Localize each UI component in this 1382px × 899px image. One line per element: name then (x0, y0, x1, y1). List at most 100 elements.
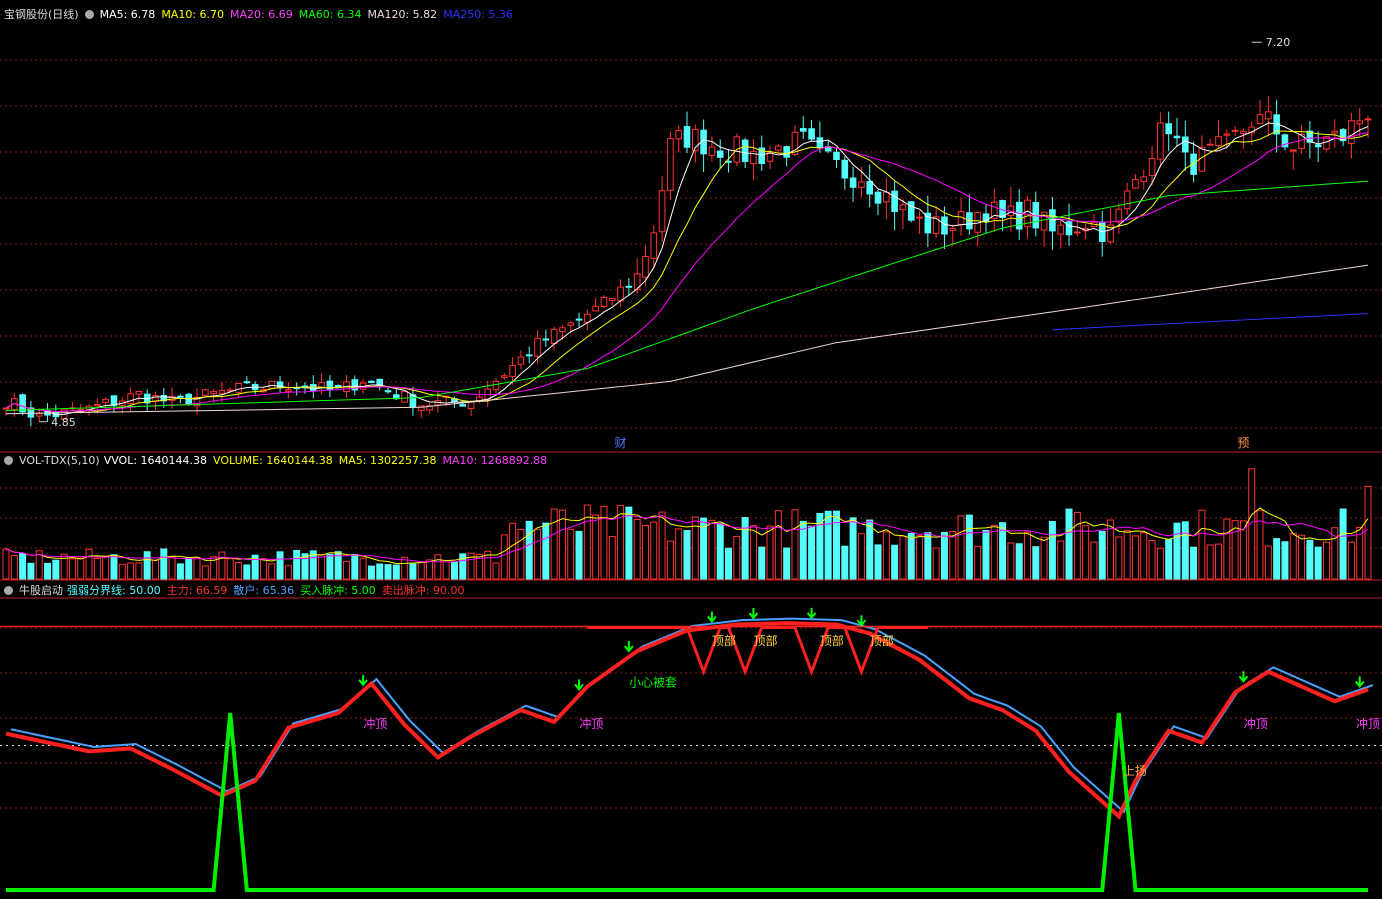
top-label: 顶部 (712, 633, 736, 648)
volume-bar (93, 557, 101, 580)
ma120-line (5, 264, 1369, 415)
candle-body (218, 390, 226, 394)
volume-bar (1264, 545, 1272, 580)
ma10-line (5, 130, 1369, 413)
candle-body (177, 395, 184, 398)
volume-bar (276, 551, 284, 580)
candle-body (492, 380, 500, 390)
volume-bar (367, 565, 375, 580)
candle-body (459, 404, 467, 407)
volume-bar (749, 525, 757, 580)
down-arrow-icon (574, 679, 584, 691)
candle-body (1348, 120, 1355, 144)
volume-bar (641, 524, 649, 580)
down-arrow-icon (707, 611, 717, 624)
volume-bar (110, 554, 118, 580)
volume-bar (27, 562, 35, 580)
candle-body (708, 146, 716, 156)
candle-body (368, 380, 375, 384)
rush-label: 冲顶 (1244, 716, 1268, 731)
candles-group (2, 95, 1372, 427)
candle-body (1240, 130, 1247, 134)
candle-body (384, 390, 392, 393)
volume-bar (376, 563, 384, 580)
rush-label: 冲顶 (579, 716, 603, 731)
candle-body (1231, 129, 1239, 132)
candle-body (775, 145, 782, 151)
volume-bar (2, 548, 10, 580)
candle-body (833, 151, 840, 161)
volume-bar (1123, 530, 1131, 580)
candle-body (650, 232, 658, 259)
volume-bar (193, 556, 201, 580)
volume-bar (351, 554, 359, 580)
volume-bar (218, 551, 226, 580)
volume-bar (1173, 522, 1181, 580)
candle-body (849, 177, 857, 188)
volume-bar (783, 547, 791, 580)
volume-bar (974, 545, 982, 580)
candle-body (916, 216, 923, 219)
volume-bar (1140, 532, 1148, 580)
volume-bar (1206, 544, 1214, 580)
candle-body (1256, 114, 1264, 125)
candle-body (716, 150, 724, 158)
candle-body (2, 407, 10, 410)
candle-body (575, 318, 583, 321)
candle-body (1165, 123, 1172, 135)
candle-body (617, 286, 624, 302)
candle-body (559, 327, 566, 332)
volume-bar (143, 551, 151, 580)
candle-body (235, 382, 242, 393)
volume-bar (68, 558, 76, 580)
candle-body (808, 128, 815, 140)
volume-bar (127, 562, 135, 580)
candle-body (683, 126, 691, 148)
volume-bar (343, 560, 350, 580)
volume-bar (409, 563, 417, 580)
volume-bar (965, 514, 973, 580)
volume-bar (758, 546, 766, 580)
volume-bar (417, 561, 425, 580)
volume-bar (1156, 547, 1164, 580)
candle-body (675, 130, 682, 140)
stock-chart[interactable]: 7.20 4.85 财 预顶部 顶部 顶部 顶部小心被套冲顶 冲顶 冲顶 冲顶上扬 (0, 0, 1382, 899)
volume-bar (683, 530, 691, 580)
volume-bar (558, 509, 566, 580)
volume-bar (426, 559, 434, 580)
candle-body (467, 401, 475, 410)
candle-body (949, 227, 957, 231)
volume-bar (293, 549, 301, 580)
volume-bar (799, 520, 807, 580)
settings-icon[interactable] (4, 456, 13, 465)
zhuli-line (5, 621, 1369, 820)
volume-bar (592, 514, 600, 580)
volume-bar (284, 565, 292, 580)
rush-label: 冲顶 (363, 716, 387, 731)
volume-bar (384, 564, 392, 580)
volume-bar (1322, 541, 1330, 580)
candle-body (642, 256, 649, 278)
candle-body (525, 354, 533, 357)
indicator-header: 牛股启动 强弱分界线: 50.00 主力: 66.59 散户: 65.36 买入脉冲: … (4, 582, 477, 598)
volume-bar (160, 548, 168, 580)
candle-body (584, 313, 591, 323)
volume-bar (268, 563, 276, 580)
settings-icon[interactable] (84, 10, 94, 19)
volume-bar (226, 558, 234, 580)
rise-label: 上扬 (1123, 763, 1147, 778)
candle-body (1057, 224, 1065, 235)
candle-body (891, 190, 898, 213)
candle-body (658, 190, 666, 233)
down-arrow-icon (1354, 676, 1365, 689)
volume-bar (259, 558, 267, 580)
volume-bar (575, 530, 583, 580)
volume-bar (725, 547, 733, 580)
down-arrow-icon (358, 674, 368, 687)
settings-icon[interactable] (4, 586, 13, 595)
candle-body (1206, 143, 1214, 146)
candle-body (1356, 120, 1363, 125)
candle-body (1265, 111, 1272, 120)
volume-bar (1015, 543, 1023, 580)
candle-body (401, 391, 408, 403)
